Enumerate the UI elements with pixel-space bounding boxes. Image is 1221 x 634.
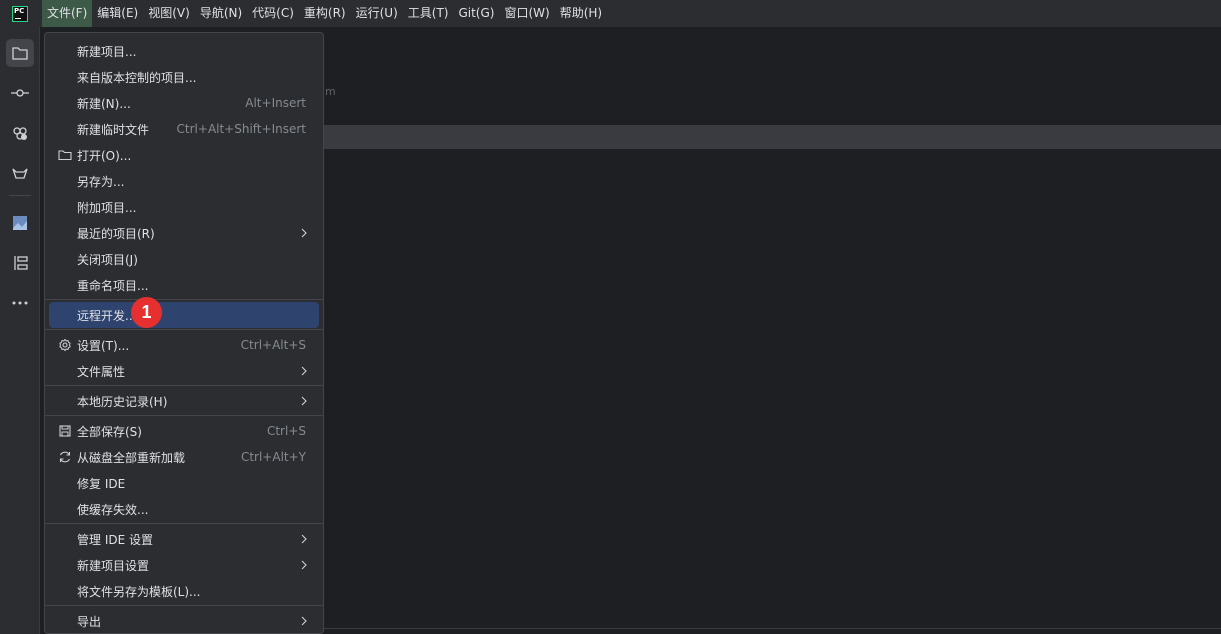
menu-separator xyxy=(45,523,323,524)
menu-item-save-as[interactable]: 另存为... xyxy=(49,168,319,194)
menu-separator xyxy=(45,299,323,300)
menu-item-close-project[interactable]: 关闭项目(J) xyxy=(49,246,319,272)
save-icon xyxy=(57,423,73,439)
gear-icon xyxy=(57,337,73,353)
image-viewer-icon[interactable] xyxy=(6,209,34,237)
menu-item-local-history[interactable]: 本地历史记录(H) xyxy=(49,388,319,414)
menu-item-manage-ide-settings[interactable]: 管理 IDE 设置 xyxy=(49,526,319,552)
menu-item-file-properties[interactable]: 文件属性 xyxy=(49,358,319,384)
menu-git[interactable]: Git(G) xyxy=(453,0,499,27)
menu-separator xyxy=(45,329,323,330)
menu-item-new-scratch-file[interactable]: 新建临时文件 Ctrl+Alt+Shift+Insert xyxy=(49,116,319,142)
menu-item-settings[interactable]: 设置(T)... Ctrl+Alt+S xyxy=(49,332,319,358)
menu-help[interactable]: 帮助(H) xyxy=(555,0,607,27)
commit-icon[interactable] xyxy=(6,79,34,107)
menu-item-recent-projects[interactable]: 最近的项目(R) xyxy=(49,220,319,246)
menu-separator xyxy=(45,385,323,386)
menu-item-project-from-vcs[interactable]: 来自版本控制的项目... xyxy=(49,64,319,90)
reload-icon xyxy=(57,449,73,465)
menu-separator xyxy=(45,415,323,416)
menu-separator xyxy=(45,605,323,606)
menu-item-new-project-settings[interactable]: 新建项目设置 xyxy=(49,552,319,578)
chevron-right-icon xyxy=(301,616,307,626)
menu-item-attach-project[interactable]: 附加项目... xyxy=(49,194,319,220)
menu-item-invalidate-caches[interactable]: 使缓存失效... xyxy=(49,496,319,522)
chevron-right-icon xyxy=(301,366,307,376)
menu-item-remote-development[interactable]: 远程开发... xyxy=(49,302,319,328)
chevron-right-icon xyxy=(301,560,307,570)
background-hint: m xyxy=(325,85,336,98)
menu-item-new-project[interactable]: 新建项目... xyxy=(49,38,319,64)
menu-item-new[interactable]: 新建(N)... Alt+Insert xyxy=(49,90,319,116)
menu-item-rename-project[interactable]: 重命名项目... xyxy=(49,272,319,298)
menu-edit[interactable]: 编辑(E) xyxy=(92,0,143,27)
menu-run[interactable]: 运行(U) xyxy=(351,0,403,27)
more-icon[interactable] xyxy=(6,289,34,317)
menu-item-repair-ide[interactable]: 修复 IDE xyxy=(49,470,319,496)
background-row xyxy=(324,125,1221,149)
menu-view[interactable]: 视图(V) xyxy=(143,0,195,27)
chevron-right-icon xyxy=(301,228,307,238)
menu-tools[interactable]: 工具(T) xyxy=(403,0,454,27)
menu-refactor[interactable]: 重构(R) xyxy=(299,0,351,27)
menu-item-open[interactable]: 打开(O)... xyxy=(49,142,319,168)
menu-item-save-as-template[interactable]: 将文件另存为模板(L)... xyxy=(49,578,319,604)
menu-item-export[interactable]: 导出 xyxy=(49,608,319,634)
menu-navigate[interactable]: 导航(N) xyxy=(195,0,247,27)
menubar: PC 文件(F) 编辑(E) 视图(V) 导航(N) 代码(C) 重构(R) 运… xyxy=(0,0,1221,27)
file-menu-dropdown: 新建项目... 来自版本控制的项目... 新建(N)... Alt+Insert… xyxy=(44,32,324,634)
menu-code[interactable]: 代码(C) xyxy=(247,0,299,27)
structure-icon[interactable] xyxy=(6,249,34,277)
menu-file[interactable]: 文件(F) xyxy=(42,0,93,27)
services-icon[interactable] xyxy=(6,119,34,147)
menu-item-save-all[interactable]: 全部保存(S) Ctrl+S xyxy=(49,418,319,444)
tool-window-strip xyxy=(0,27,40,634)
divider xyxy=(324,628,1221,629)
project-folder-icon[interactable] xyxy=(6,39,34,67)
folder-icon xyxy=(57,147,73,163)
gitlab-icon[interactable] xyxy=(6,159,34,187)
pycharm-logo-icon: PC xyxy=(12,5,28,22)
menu-item-reload-all[interactable]: 从磁盘全部重新加载 Ctrl+Alt+Y xyxy=(49,444,319,470)
chevron-right-icon xyxy=(301,396,307,406)
chevron-right-icon xyxy=(301,534,307,544)
menu-window[interactable]: 窗口(W) xyxy=(499,0,554,27)
step-badge: 1 xyxy=(131,297,162,328)
